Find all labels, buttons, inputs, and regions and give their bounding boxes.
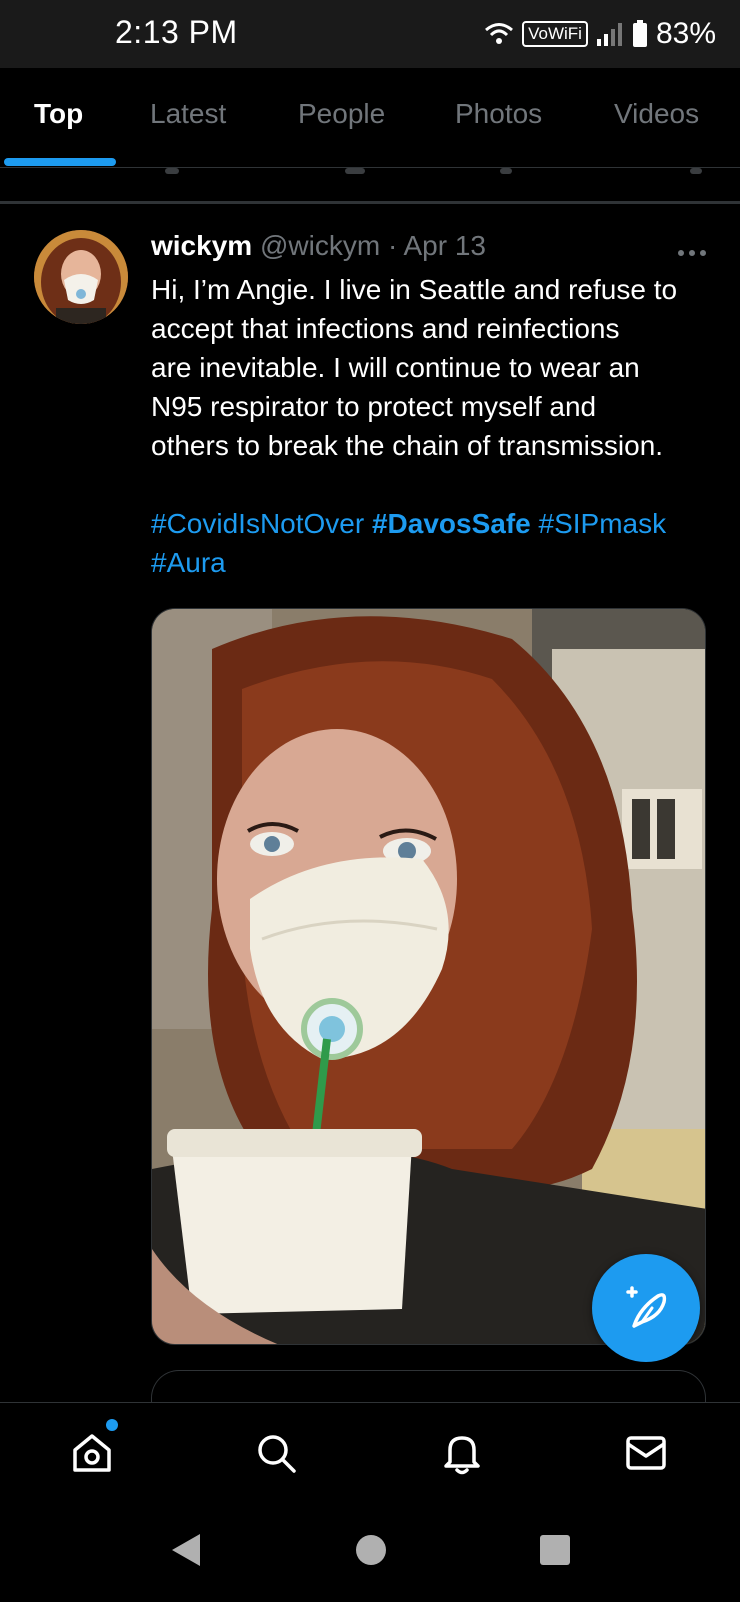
author-handle[interactable]: @wickym <box>260 230 380 261</box>
tweet-photo[interactable] <box>151 608 706 1345</box>
tab-top[interactable]: Top <box>34 98 83 130</box>
hashtag-link[interactable]: #DavosSafe <box>372 508 531 539</box>
previous-tweet-remnant <box>0 168 740 204</box>
system-navigation <box>0 1502 740 1602</box>
wifi-icon <box>485 23 514 44</box>
tweet-text-line: N95 respirator to protect myself and <box>151 391 597 422</box>
nav-messages[interactable] <box>618 1425 674 1481</box>
bottom-navigation <box>0 1402 740 1502</box>
envelope-icon <box>626 1436 666 1470</box>
compose-feather-icon <box>626 1286 667 1328</box>
tab-photos[interactable]: Photos <box>455 98 542 130</box>
active-tab-indicator <box>4 158 116 166</box>
tweet-text: Hi, I’m Angie. I live in Seattle and ref… <box>151 270 721 465</box>
status-time: 2:13 PM <box>115 14 238 50</box>
signal-icon <box>596 23 622 46</box>
tab-latest[interactable]: Latest <box>150 98 226 130</box>
tweet-text-line: accept that infections and reinfections <box>151 313 620 344</box>
home-circle-icon[interactable] <box>354 1530 388 1570</box>
hashtag-link[interactable]: #SIPmask <box>539 508 667 539</box>
recents-square-icon[interactable] <box>538 1530 572 1570</box>
home-icon <box>73 1434 111 1472</box>
nav-search[interactable] <box>248 1425 304 1481</box>
back-triangle-icon[interactable] <box>168 1530 202 1570</box>
tweet-header: wickym @wickym · Apr 13 <box>151 230 711 270</box>
search-icon <box>258 1435 296 1473</box>
hashtags: #CovidIsNotOver #DavosSafe #SIPmask #Aur… <box>151 504 721 582</box>
author-name[interactable]: wickym <box>151 230 252 261</box>
tweet-text-line: are inevitable. I will continue to wear … <box>151 352 640 383</box>
status-bar: 2:13 PM VoWiFi 83% <box>0 0 740 68</box>
home-unread-dot <box>106 1419 118 1431</box>
vowifi-badge: VoWiFi <box>522 21 588 47</box>
avatar[interactable] <box>34 230 128 324</box>
more-horizontal-icon[interactable] <box>672 230 712 270</box>
tab-people[interactable]: People <box>298 98 385 130</box>
battery-icon <box>632 20 647 47</box>
hashtag-link[interactable]: #Aura <box>151 547 226 578</box>
battery-percent: 83% <box>655 17 716 50</box>
bell-icon <box>444 1436 480 1475</box>
tweet-date[interactable]: Apr 13 <box>404 230 487 261</box>
tab-videos[interactable]: Videos <box>614 98 699 130</box>
nav-home[interactable] <box>64 1425 120 1481</box>
hashtag-link[interactable]: #CovidIsNotOver <box>151 508 364 539</box>
status-icons: VoWiFi 83% <box>484 16 716 52</box>
nav-notifications[interactable] <box>434 1425 490 1481</box>
header-separator: · <box>387 230 398 261</box>
compose-tweet-button[interactable] <box>592 1254 700 1362</box>
tweet-text-line: Hi, I’m Angie. I live in Seattle and ref… <box>151 274 678 305</box>
tweet-text-line: others to break the chain of transmissio… <box>151 430 664 461</box>
search-tabs: Top Latest People Photos Videos <box>0 68 740 168</box>
